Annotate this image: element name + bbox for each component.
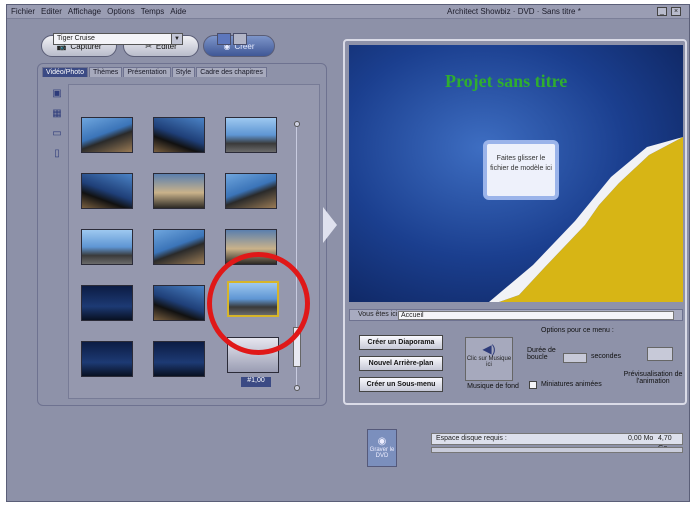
- project-title[interactable]: Projet sans titre: [445, 71, 567, 92]
- thumbnail[interactable]: [153, 341, 205, 377]
- animation-preview-label: Prévisualisation de l'animation: [623, 371, 683, 385]
- folder-icon[interactable]: ▣: [51, 88, 63, 100]
- menu-bar: Fichier Editer Affichage Options Temps A…: [7, 5, 689, 19]
- thumbnail[interactable]: [81, 285, 133, 321]
- highlight-circle: [207, 252, 310, 355]
- dvd-location-value: Accueil: [398, 311, 674, 320]
- tab-chapter-frames[interactable]: Cadre des chapitres: [196, 67, 267, 77]
- new-background-button[interactable]: Nouvel Arrière-plan: [359, 356, 443, 371]
- disk-space-bar: Espace disque requis : 0,00 Mo 4,70 Go: [431, 433, 683, 452]
- burn-dvd-button[interactable]: ◉ Graver le DVD: [367, 429, 397, 467]
- thumbnail[interactable]: [81, 341, 133, 377]
- menu-help[interactable]: Aide: [170, 7, 186, 16]
- thumbnail[interactable]: [153, 285, 205, 321]
- thumbnail[interactable]: [153, 173, 205, 209]
- menu-time[interactable]: Temps: [141, 7, 165, 16]
- animation-preview-toggle[interactable]: [647, 347, 673, 361]
- thumbnail[interactable]: [153, 229, 205, 265]
- scroll-down-icon[interactable]: [294, 385, 300, 391]
- duration-unit: secondes: [591, 353, 621, 360]
- options-header: Options pour ce menu :: [541, 327, 614, 334]
- duration-label: Durée de boucle: [527, 347, 556, 361]
- menu-view[interactable]: Affichage: [68, 7, 101, 16]
- thumbnail-caption: #1,00: [241, 377, 271, 387]
- photo-icon[interactable]: ▦: [51, 108, 63, 120]
- menu-preview-screen: Projet sans titre Faites glisser le fich…: [349, 45, 683, 302]
- thumbnail[interactable]: [225, 173, 277, 209]
- menu-preview-panel: Projet sans titre Faites glisser le fich…: [343, 39, 687, 405]
- animated-thumbs-checkbox[interactable]: [529, 381, 537, 389]
- music-label: Musique de fond: [467, 383, 519, 390]
- duration-field[interactable]: [563, 353, 587, 363]
- thumbnail[interactable]: [153, 117, 205, 153]
- menu-edit[interactable]: Editer: [41, 7, 62, 16]
- disk-usage-progress: [431, 447, 683, 453]
- template-drop-zone[interactable]: Faites glisser le fichier de modèle ici: [483, 140, 559, 200]
- minimize-button[interactable]: _: [657, 7, 667, 16]
- film-icon[interactable]: ▭: [51, 128, 63, 140]
- animated-thumbs-label: Miniatures animées: [541, 381, 602, 388]
- menu-options[interactable]: Options: [107, 7, 135, 16]
- library-tabs: Vidéo/Photo Thèmes Présentation Style Ca…: [42, 67, 267, 77]
- document-icon[interactable]: ▯: [51, 148, 63, 160]
- tab-themes[interactable]: Thèmes: [89, 67, 123, 77]
- background-music-button[interactable]: ◀) Clic sur Musique ici: [465, 337, 513, 381]
- thumbnail[interactable]: [81, 117, 133, 153]
- disc-icon: ◉: [377, 436, 387, 447]
- app-window: Fichier Editer Affichage Options Temps A…: [6, 4, 690, 502]
- tab-style[interactable]: Style: [171, 67, 196, 77]
- tab-presentation[interactable]: Présentation: [123, 67, 171, 77]
- thumbnail[interactable]: [81, 229, 133, 265]
- scroll-up-icon[interactable]: [294, 121, 300, 127]
- thumbnail[interactable]: [225, 117, 277, 153]
- speaker-icon: ◀): [482, 342, 496, 356]
- collection-dropdown[interactable]: Tiger Cruise ▼: [53, 33, 183, 45]
- arrow-right-icon[interactable]: [323, 207, 337, 243]
- menu-file[interactable]: Fichier: [11, 7, 35, 16]
- required-size: 0,00 Mo: [628, 435, 654, 442]
- grid-view-icon[interactable]: [217, 33, 231, 45]
- list-view-icon[interactable]: [233, 33, 247, 45]
- close-button[interactable]: ×: [671, 7, 681, 16]
- dvd-location-bar: Vous êtes ici : Accueil: [349, 309, 683, 321]
- window-title: Architect Showbiz · DVD · Sans titre *: [447, 7, 581, 16]
- tab-video-photo[interactable]: Vidéo/Photo: [42, 67, 89, 77]
- thumbnail[interactable]: [81, 173, 133, 209]
- create-slideshow-button[interactable]: Créer un Diaporama: [359, 335, 443, 350]
- create-submenu-button[interactable]: Créer un Sous-menu: [359, 377, 443, 392]
- chevron-down-icon: ▼: [171, 34, 182, 44]
